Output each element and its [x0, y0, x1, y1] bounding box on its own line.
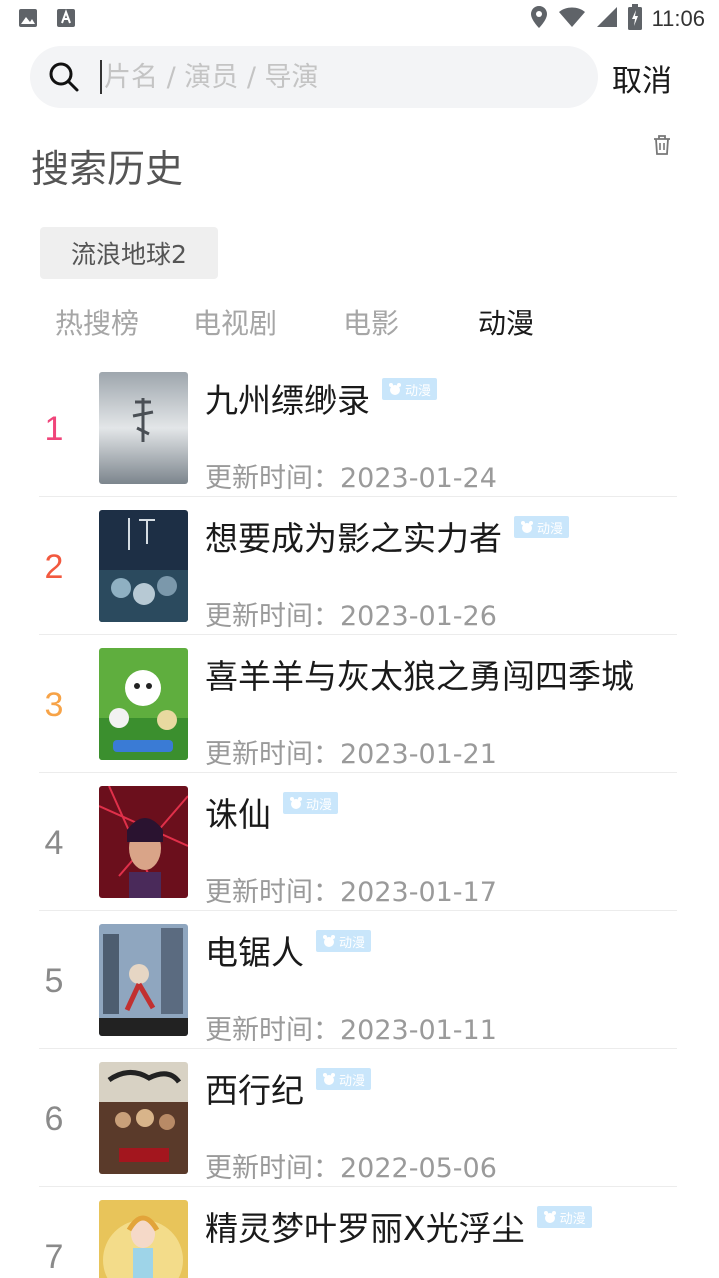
- update-time-label: 更新时间：: [205, 463, 340, 494]
- tab-hot-search[interactable]: 热搜榜: [55, 302, 139, 342]
- update-time-value: 2023-01-17: [340, 877, 497, 908]
- poster-image: [99, 510, 188, 622]
- item-title: 想要成为影之实力者: [205, 519, 502, 558]
- badge-label: 动漫: [537, 521, 564, 537]
- rank-number: 7: [44, 1238, 64, 1276]
- tab-movie[interactable]: 电影: [343, 302, 399, 342]
- update-time-label: 更新时间：: [205, 601, 340, 632]
- signal-icon: [596, 5, 618, 33]
- rank-number: 2: [44, 548, 64, 586]
- anime-badge: 动漫: [316, 1068, 372, 1090]
- mascot-icon: [520, 520, 534, 534]
- list-item[interactable]: 6 西行纪 动漫 更新时间：2022-05-06: [0, 1062, 719, 1200]
- wifi-icon: [558, 5, 586, 33]
- poster-image: [99, 648, 188, 760]
- update-time-value: 2022-05-06: [340, 1153, 497, 1184]
- anime-badge: 动漫: [382, 378, 438, 400]
- list-item[interactable]: 4 诛仙 动漫 更新时间：2023-01-17: [0, 786, 719, 924]
- mascot-icon: [322, 934, 336, 948]
- search-icon: [48, 61, 80, 93]
- cancel-button[interactable]: 取消: [612, 56, 672, 100]
- rank-number: 4: [44, 824, 64, 862]
- divider: [39, 1186, 677, 1187]
- item-title: 九州缥缈录: [205, 381, 370, 420]
- text-caret: [100, 60, 102, 94]
- tab-tv-series[interactable]: 电视剧: [193, 302, 277, 342]
- search-history-title: 搜索历史: [31, 147, 184, 191]
- battery-icon: [627, 4, 642, 34]
- mascot-icon: [289, 796, 303, 810]
- rank-number: 6: [44, 1100, 64, 1138]
- mascot-icon: [322, 1072, 336, 1086]
- update-time: 更新时间：2023-01-11: [205, 1008, 497, 1047]
- item-title: 精灵梦叶罗丽X光浮尘: [205, 1209, 525, 1248]
- poster-image: [99, 786, 188, 898]
- divider: [39, 496, 677, 497]
- update-time: 更新时间：2023-01-17: [205, 870, 497, 909]
- history-chip[interactable]: 流浪地球2: [40, 227, 218, 279]
- update-time-label: 更新时间：: [205, 1015, 340, 1046]
- badge-label: 动漫: [306, 797, 333, 813]
- list-item[interactable]: 2 想要成为影之实力者 动漫 更新时间：2023-01-26: [0, 510, 719, 648]
- poster-image: [99, 372, 188, 484]
- anime-badge: 动漫: [316, 930, 372, 952]
- status-time: 11:06: [651, 6, 705, 31]
- tab-anime[interactable]: 动漫: [478, 302, 534, 342]
- update-time-value: 2023-01-26: [340, 601, 497, 632]
- status-bar: 11:06: [0, 0, 719, 36]
- list-item[interactable]: 3 喜羊羊与灰太狼之勇闯四季城 更新时间：2023-01-21: [0, 648, 719, 786]
- update-time: 更新时间：2022-05-06: [205, 1146, 497, 1185]
- divider: [39, 634, 677, 635]
- anime-badge: 动漫: [536, 1206, 592, 1228]
- anime-badge: 动漫: [283, 792, 339, 814]
- list-item[interactable]: 1 九州缥缈录 动漫 更新时间：2023-01-24: [0, 372, 719, 510]
- divider: [39, 910, 677, 911]
- update-time-value: 2023-01-11: [340, 1015, 497, 1046]
- divider: [39, 772, 677, 773]
- poster-image: [99, 1200, 188, 1278]
- anime-badge: 动漫: [514, 516, 570, 538]
- location-icon: [530, 5, 548, 33]
- mascot-icon: [543, 1210, 557, 1224]
- item-title: 诛仙: [205, 795, 271, 834]
- badge-label: 动漫: [405, 383, 432, 399]
- list-item[interactable]: 7 精灵梦叶罗丽X光浮尘 动漫: [0, 1200, 719, 1278]
- divider: [39, 1048, 677, 1049]
- gallery-icon: [18, 8, 38, 32]
- item-title: 电锯人: [205, 933, 304, 972]
- rank-number: 5: [44, 962, 64, 1000]
- badge-label: 动漫: [559, 1211, 586, 1227]
- update-time: 更新时间：2023-01-24: [205, 456, 497, 495]
- update-time-label: 更新时间：: [205, 1153, 340, 1184]
- rank-number: 3: [44, 686, 64, 724]
- rank-number: 1: [44, 410, 64, 448]
- font-icon: [56, 8, 76, 32]
- item-title: 西行纪: [205, 1071, 304, 1110]
- update-time-value: 2023-01-21: [340, 739, 497, 770]
- update-time-label: 更新时间：: [205, 877, 340, 908]
- update-time-value: 2023-01-24: [340, 463, 497, 494]
- category-tabs: 热搜榜 电视剧 电影 动漫: [0, 302, 719, 348]
- update-time: 更新时间：2023-01-26: [205, 594, 497, 633]
- mascot-icon: [388, 382, 402, 396]
- update-time-label: 更新时间：: [205, 739, 340, 770]
- poster-image: [99, 1062, 188, 1174]
- update-time: 更新时间：2023-01-21: [205, 732, 497, 771]
- search-input[interactable]: [104, 56, 544, 98]
- list-item[interactable]: 5 电锯人 动漫 更新时间：2023-01-11: [0, 924, 719, 1062]
- poster-image: [99, 924, 188, 1036]
- badge-label: 动漫: [339, 1073, 366, 1089]
- badge-label: 动漫: [339, 935, 366, 951]
- trash-icon[interactable]: [651, 134, 673, 156]
- item-title: 喜羊羊与灰太狼之勇闯四季城: [205, 657, 634, 696]
